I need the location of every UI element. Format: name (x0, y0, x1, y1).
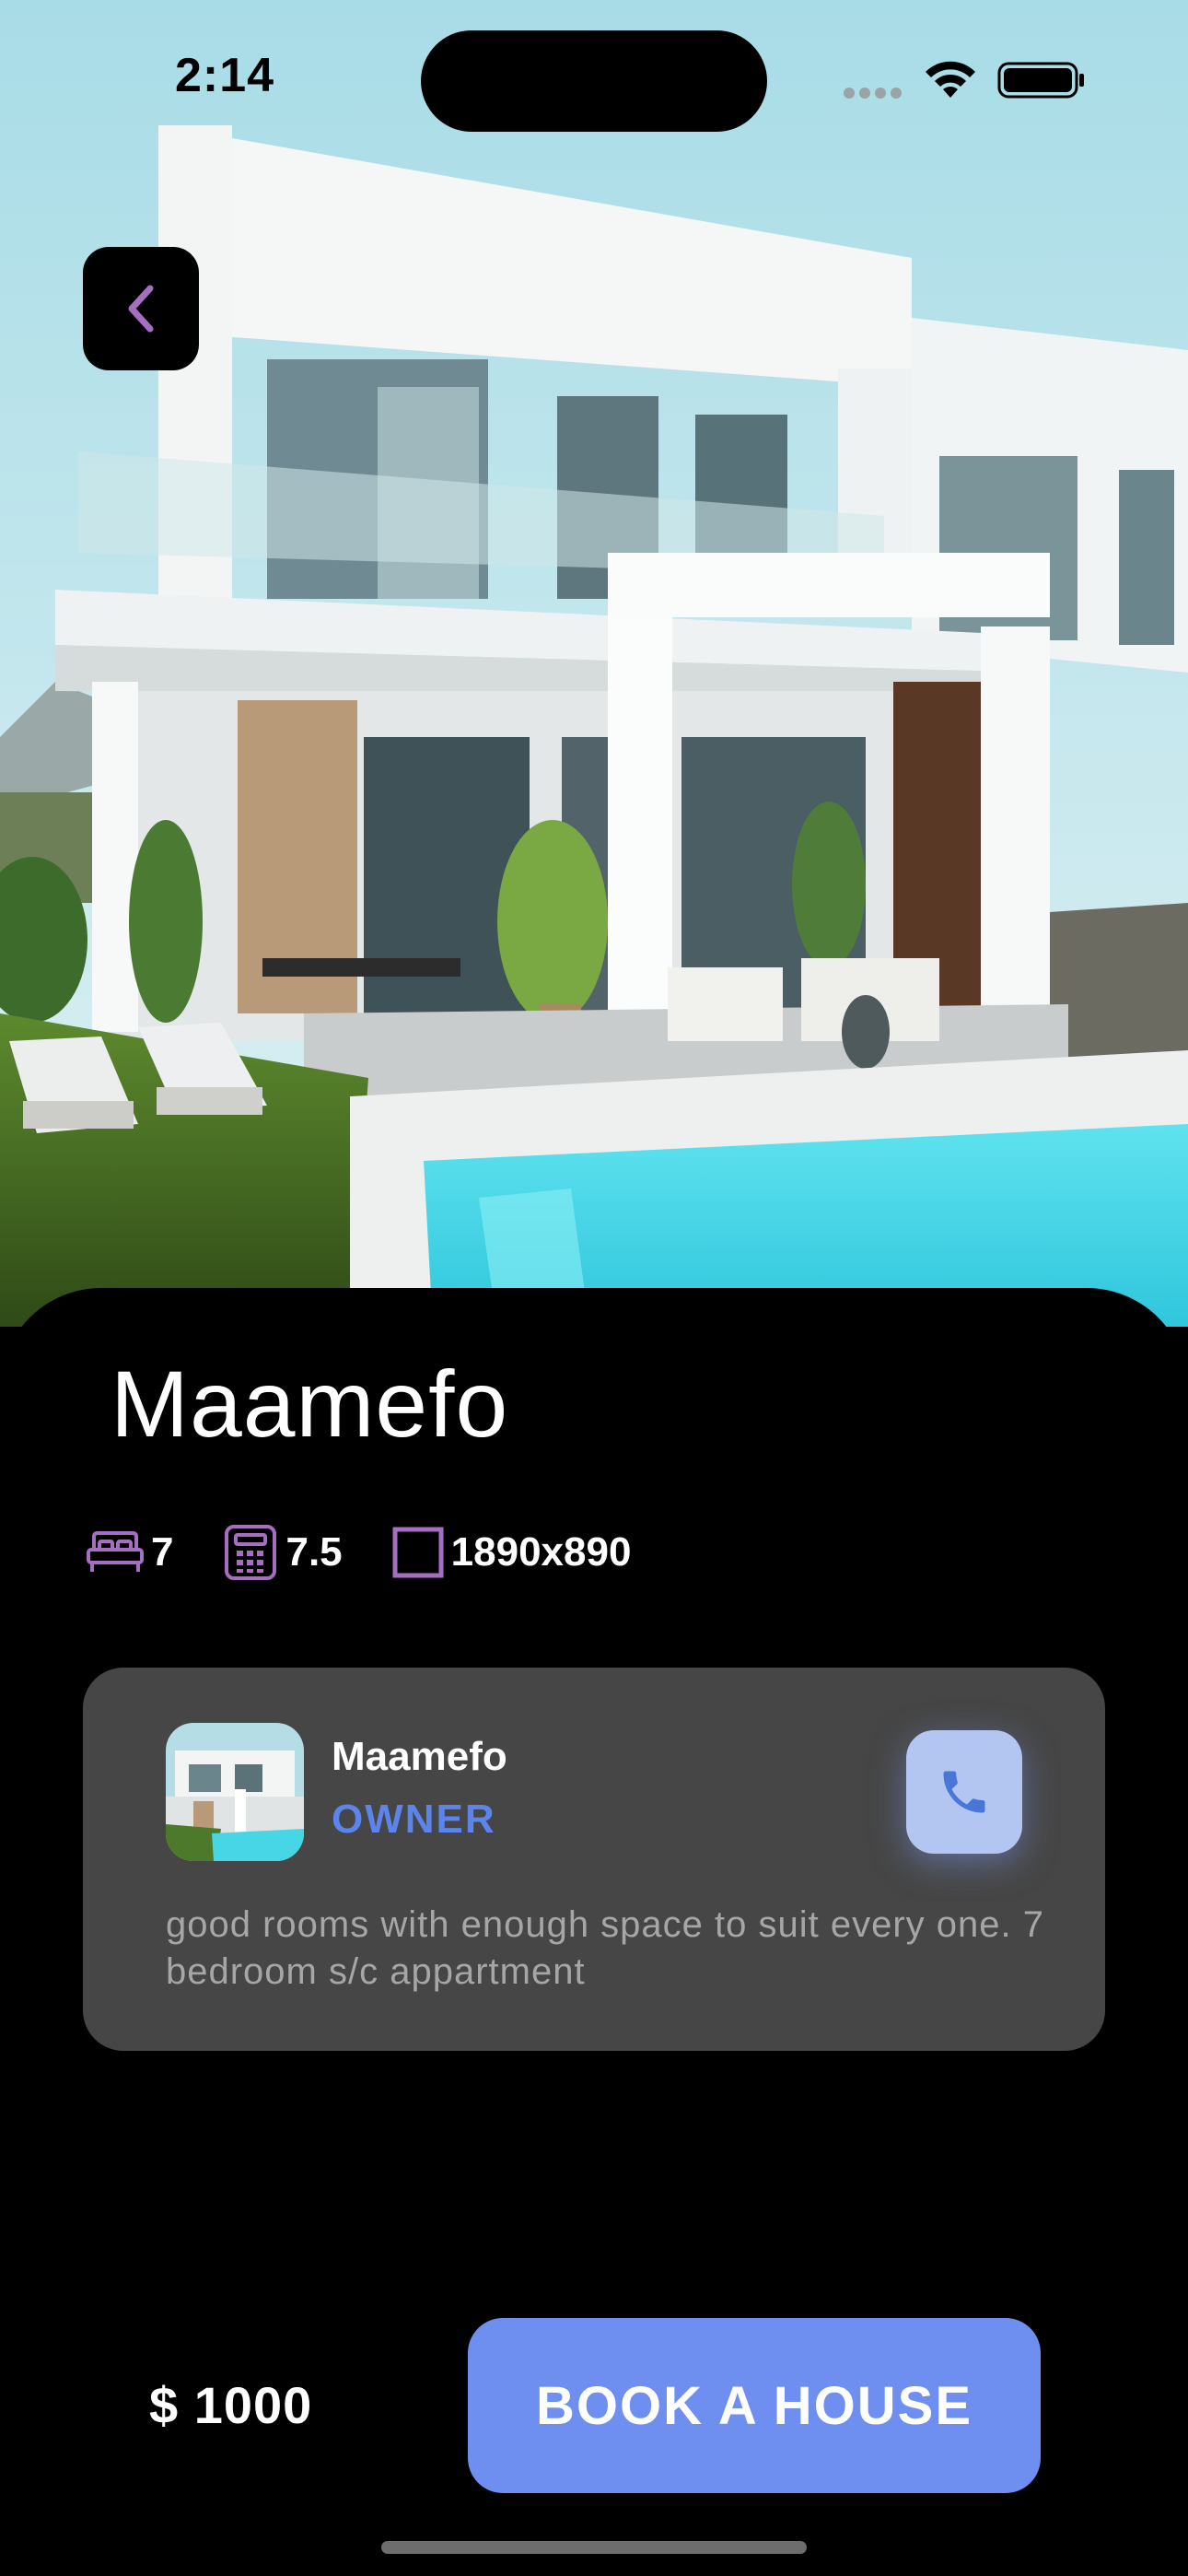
hero-image (0, 0, 1188, 1327)
price-label: $ 1000 (149, 2376, 313, 2434)
owner-role: OWNER (332, 1797, 496, 1842)
feature-area-value: 1890x890 (450, 1529, 632, 1575)
cellular-signal-icon (844, 88, 902, 99)
owner-name: Maamefo (332, 1734, 507, 1779)
feature-bathrooms-value: 7.5 (285, 1529, 343, 1575)
back-button[interactable] (83, 247, 199, 370)
phone-icon (943, 1771, 985, 1813)
wifi-icon (926, 61, 975, 98)
feature-area: 1890x890 (390, 1525, 632, 1580)
home-indicator[interactable] (381, 2541, 807, 2554)
status-bar: 2:14 (0, 0, 1188, 147)
property-title: Maamefo (111, 1352, 509, 1457)
square-area-icon (392, 1527, 444, 1578)
status-time: 2:14 (175, 49, 275, 102)
owner-avatar (166, 1723, 304, 1861)
feature-bedrooms: 7 (85, 1529, 173, 1575)
owner-description: good rooms with enough space to suit eve… (166, 1904, 1044, 1992)
feature-bathrooms: 7.5 (221, 1523, 343, 1582)
book-house-button[interactable]: BOOK A HOUSE (468, 2318, 1041, 2493)
calculator-icon (225, 1525, 277, 1580)
battery-icon (997, 62, 1084, 99)
owner-card: Maamefo OWNER good rooms with enough spa… (83, 1668, 1105, 2051)
property-features: 7 7.5 1890x890 (85, 1522, 679, 1583)
feature-bedrooms-value: 7 (151, 1529, 174, 1575)
call-button[interactable] (906, 1730, 1022, 1854)
dynamic-island (421, 30, 767, 132)
bed-icon (87, 1531, 144, 1572)
chevron-left-icon (128, 285, 154, 333)
